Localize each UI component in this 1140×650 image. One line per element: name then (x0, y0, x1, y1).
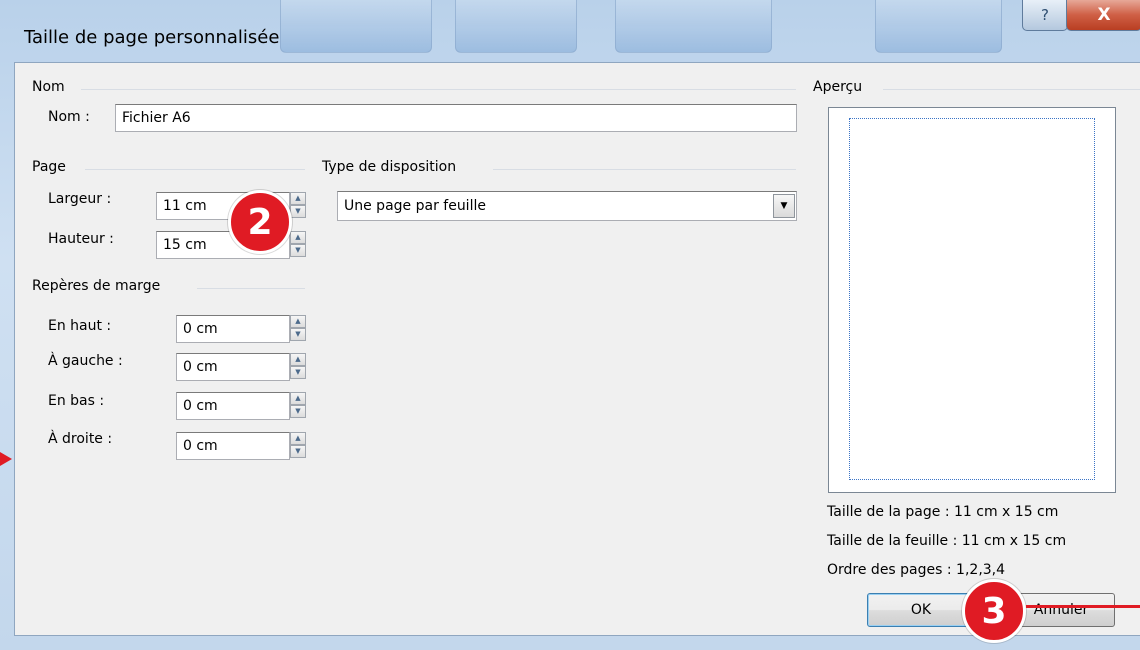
spin-down-icon: ▼ (295, 447, 301, 455)
page-order-info: Ordre des pages : 1,2,3,4 (827, 562, 1006, 578)
width-spin-up[interactable]: ▲ (290, 192, 306, 205)
background-glass-decoration (455, 0, 577, 53)
margin-left-label: À gauche : (48, 353, 123, 369)
margin-right-spin-down[interactable]: ▼ (290, 445, 306, 458)
window-title: Taille de page personnalisée (24, 27, 280, 48)
page-group-title: Page (32, 159, 66, 175)
name-label: Nom : (48, 109, 90, 125)
margin-top-label: En haut : (48, 318, 112, 334)
close-button[interactable]: X (1066, 0, 1140, 31)
spin-up-icon: ▲ (295, 317, 301, 325)
margin-top-input[interactable]: 0 cm (176, 315, 290, 343)
margin-group-divider (197, 288, 305, 289)
spin-down-icon: ▼ (295, 246, 301, 254)
spin-down-icon: ▼ (295, 207, 301, 215)
help-icon: ? (1041, 6, 1049, 24)
dialog-client-area: Nom Nom : Fichier A6 Page Largeur : 11 c… (14, 62, 1140, 636)
height-spin-up[interactable]: ▲ (290, 231, 306, 244)
step-2-callout: 2 (228, 190, 292, 254)
margin-bottom-spin-down[interactable]: ▼ (290, 405, 306, 418)
preview-pane (828, 107, 1116, 493)
margin-top-spin-up[interactable]: ▲ (290, 315, 306, 328)
spin-up-icon: ▲ (295, 355, 301, 363)
spin-up-icon: ▲ (295, 394, 301, 402)
close-icon: X (1097, 5, 1111, 25)
page-group-divider (85, 169, 305, 170)
margin-bottom-input[interactable]: 0 cm (176, 392, 290, 420)
layout-group-divider (493, 169, 796, 170)
background-glass-decoration (280, 0, 432, 53)
left-arrow-pointer (0, 452, 12, 466)
preview-group-title: Aperçu (813, 79, 863, 95)
spin-down-icon: ▼ (295, 368, 301, 376)
chevron-down-icon: ▼ (780, 201, 788, 211)
margin-bottom-spin-up[interactable]: ▲ (290, 392, 306, 405)
margin-left-spin-down[interactable]: ▼ (290, 366, 306, 379)
step-3-callout: 3 (962, 579, 1026, 643)
window-frame: Taille de page personnalisée ? X Nom Nom… (0, 0, 1140, 650)
spin-up-icon: ▲ (295, 194, 301, 202)
margin-group-title: Repères de marge (32, 278, 161, 294)
preview-group-divider (883, 89, 1140, 90)
width-spin-down[interactable]: ▼ (290, 205, 306, 218)
ok-button[interactable]: OK (867, 593, 975, 627)
spin-up-icon: ▲ (295, 233, 301, 241)
margin-left-spin-up[interactable]: ▲ (290, 353, 306, 366)
margin-left-input[interactable]: 0 cm (176, 353, 290, 381)
width-label: Largeur : (48, 191, 112, 207)
preview-page-outline (849, 118, 1095, 480)
margin-bottom-label: En bas : (48, 393, 105, 409)
sheet-size-info: Taille de la feuille : 11 cm x 15 cm (827, 533, 1067, 549)
layout-select[interactable]: Une page par feuille (337, 191, 797, 221)
margin-right-spin-up[interactable]: ▲ (290, 432, 306, 445)
name-group-divider (81, 89, 796, 90)
name-input[interactable]: Fichier A6 (115, 104, 797, 132)
spin-up-icon: ▲ (295, 434, 301, 442)
background-glass-decoration (615, 0, 772, 53)
spin-down-icon: ▼ (295, 407, 301, 415)
help-button[interactable]: ? (1022, 0, 1068, 31)
margin-right-input[interactable]: 0 cm (176, 432, 290, 460)
margin-top-spin-down[interactable]: ▼ (290, 328, 306, 341)
name-group-title: Nom (32, 79, 65, 95)
background-glass-decoration (875, 0, 1002, 53)
spin-down-icon: ▼ (295, 330, 301, 338)
margin-right-label: À droite : (48, 431, 113, 447)
page-size-info: Taille de la page : 11 cm x 15 cm (827, 504, 1059, 520)
height-label: Hauteur : (48, 231, 114, 247)
step-3-arrow (1026, 605, 1140, 608)
layout-dropdown-button[interactable]: ▼ (773, 194, 795, 218)
layout-group-title: Type de disposition (322, 159, 457, 175)
height-spin-down[interactable]: ▼ (290, 244, 306, 257)
